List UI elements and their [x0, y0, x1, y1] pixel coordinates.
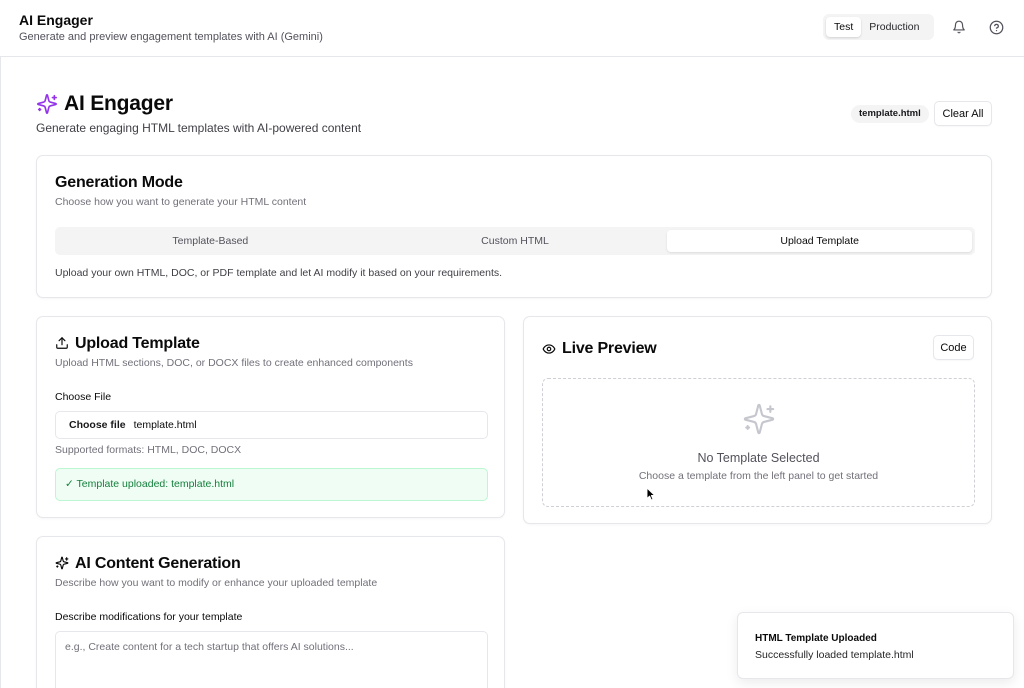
tab-custom-html[interactable]: Custom HTML: [363, 230, 668, 252]
ai-content-generation-subtitle: Describe how you want to modify or enhan…: [55, 577, 378, 589]
live-preview-card: Live Preview Code No Template Selected C…: [523, 316, 992, 524]
prompt-label: Describe modifications for your template: [55, 611, 243, 623]
environment-toggle: Test Production: [823, 14, 934, 40]
env-option-production[interactable]: Production: [861, 17, 927, 37]
sparkles-icon: [55, 556, 69, 570]
supported-formats-hint: Supported formats: HTML, DOC, DOCX: [55, 444, 242, 456]
clear-all-button[interactable]: Clear All: [934, 101, 992, 126]
tab-template-based[interactable]: Template-Based: [58, 230, 363, 252]
mouse-cursor: [646, 487, 656, 506]
file-input[interactable]: Choose file template.html: [55, 411, 488, 439]
toast-message: Successfully loaded template.html: [755, 649, 914, 661]
content-left-divider: [0, 57, 1, 688]
upload-template-card: Upload Template Upload HTML sections, DO…: [36, 316, 505, 518]
empty-state-title: No Template Selected: [697, 451, 820, 465]
generation-mode-card: Generation Mode Choose how you want to g…: [36, 155, 992, 298]
generation-mode-tabs: Template-Based Custom HTML Upload Templa…: [55, 227, 975, 255]
live-preview-title: Live Preview: [562, 340, 657, 357]
code-view-button[interactable]: Code: [933, 335, 974, 360]
tab-upload-template[interactable]: Upload Template: [667, 230, 973, 252]
empty-state-hint: Choose a template from the left panel to…: [638, 470, 879, 482]
page-subtitle: Generate engaging HTML templates with AI…: [36, 121, 362, 135]
file-badge: template.html: [851, 105, 929, 123]
choose-file-label: Choose File: [55, 391, 112, 403]
app-subtitle: Generate and preview engagement template…: [19, 31, 323, 43]
ai-content-generation-title: AI Content Generation: [75, 555, 241, 572]
upload-template-subtitle: Upload HTML sections, DOC, or DOCX files…: [55, 357, 413, 369]
generation-mode-title: Generation Mode: [55, 174, 183, 191]
eye-icon: [542, 342, 556, 356]
toast-title: HTML Template Uploaded: [755, 633, 877, 644]
app-header: AI Engager Generate and preview engageme…: [0, 0, 1024, 57]
env-option-test[interactable]: Test: [826, 17, 862, 37]
sparkles-icon: [36, 93, 58, 115]
page-title: AI Engager: [64, 92, 173, 115]
generation-mode-subtitle: Choose how you want to generate your HTM…: [55, 196, 307, 208]
upload-toast[interactable]: HTML Template Uploaded Successfully load…: [737, 612, 1014, 679]
choose-file-button[interactable]: Choose file: [69, 419, 126, 431]
sparkles-icon: [742, 402, 776, 436]
upload-success-message: ✓ Template uploaded: template.html: [55, 468, 488, 501]
selected-file-name: template.html: [133, 419, 197, 431]
upload-icon: [55, 336, 69, 350]
upload-template-title: Upload Template: [75, 335, 200, 352]
preview-empty-state: No Template Selected Choose a template f…: [542, 378, 975, 507]
generation-mode-description: Upload your own HTML, DOC, or PDF templa…: [55, 267, 503, 279]
ai-content-generation-card: AI Content Generation Describe how you w…: [36, 536, 505, 688]
help-circle-icon[interactable]: [989, 20, 1004, 35]
app-title: AI Engager: [19, 12, 93, 28]
modification-prompt-textarea[interactable]: [55, 631, 488, 688]
bell-icon[interactable]: [952, 20, 966, 34]
